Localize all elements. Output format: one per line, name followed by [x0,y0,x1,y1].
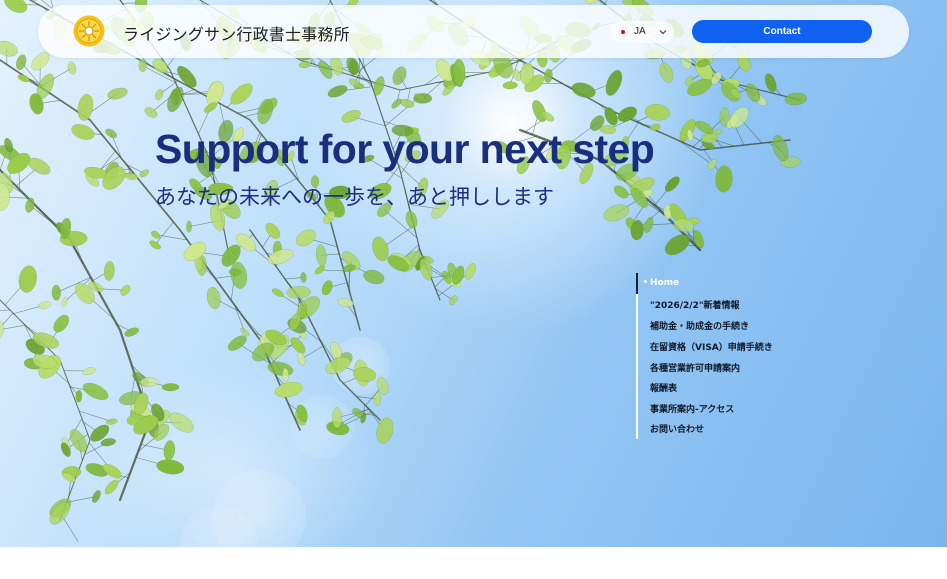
nav-item-label: Home [650,278,680,288]
chevron-down-icon [659,30,667,35]
japan-flag-icon [619,28,627,36]
language-code: JA [634,26,646,37]
nav-rail-active-indicator [636,273,638,294]
nav-rail [636,273,638,439]
hero-subline: あなたの未来への一歩を、あと押しします [155,185,554,209]
nav-item-home[interactable]: Home [644,278,679,288]
nav-item-contact[interactable]: お問い合わせ [650,422,704,435]
nav-item-news[interactable]: "2026/2/2"新着情報 [650,298,740,311]
section-navigation: Home "2026/2/2"新着情報 補助金・助成金の手続き 在留資格（VIS… [636,273,836,439]
page-below-hero [0,547,947,579]
hero-headline: Support for your next step [155,126,655,172]
language-selector[interactable]: JA [610,21,674,43]
active-dot-icon [644,280,647,283]
nav-item-visa[interactable]: 在留資格（VISA）申請手続き [650,340,773,353]
nav-item-subsidies[interactable]: 補助金・助成金の手続き [650,319,749,332]
nav-item-business-permits[interactable]: 各種営業許可申請案内 [650,361,740,374]
nav-item-office-access[interactable]: 事業所案内-アクセス [650,402,734,415]
site-header: ライジングサン行政書士事務所 JA Contact [38,5,909,58]
rising-sun-logo[interactable] [73,15,105,47]
contact-button[interactable]: Contact [692,20,872,43]
nav-item-fees[interactable]: 報酬表 [650,381,677,394]
site-title[interactable]: ライジングサン行政書士事務所 [123,21,350,45]
